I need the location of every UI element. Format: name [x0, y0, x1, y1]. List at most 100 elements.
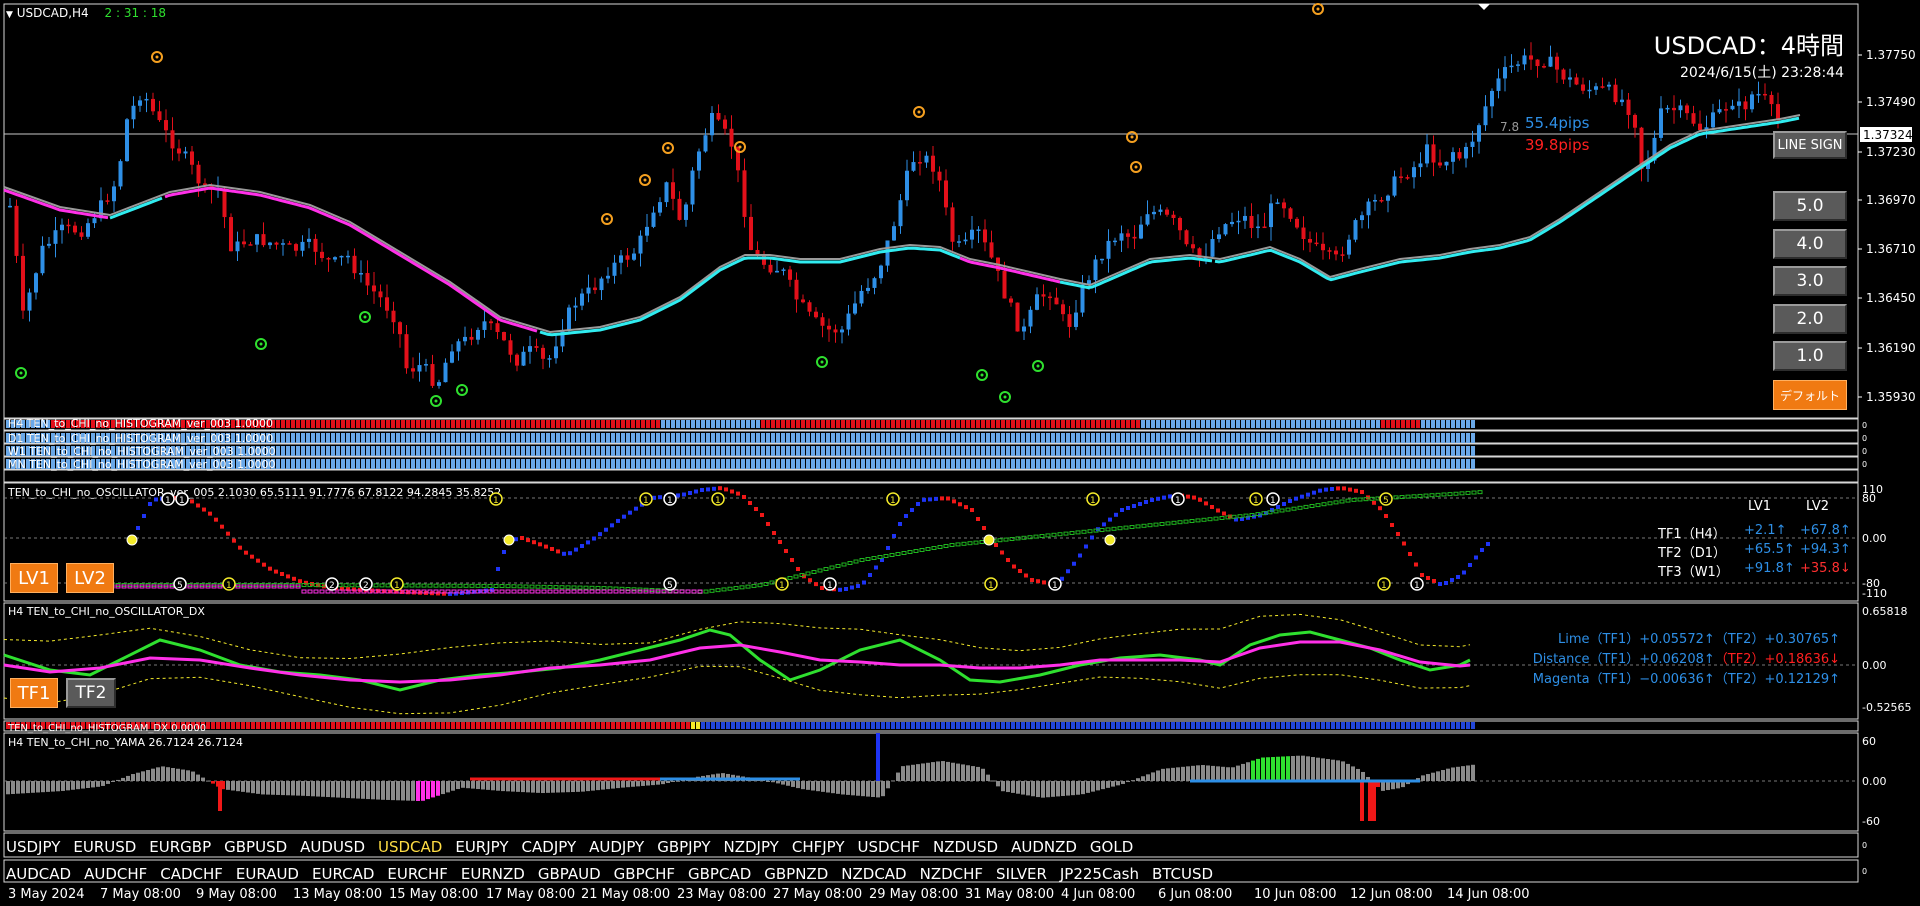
symbol-label[interactable]: ▼ USDCAD,H4 2 : 31 : 18	[6, 6, 166, 20]
symbol-link[interactable]: SILVER	[996, 865, 1047, 883]
symbol-link[interactable]: GBPCHF	[614, 865, 675, 883]
lv2-button[interactable]: LV2	[66, 563, 114, 593]
histogram-bar	[361, 446, 365, 456]
symbol-link[interactable]: USDJPY	[6, 838, 60, 856]
histogram-bar	[906, 420, 910, 428]
yama-bar	[1236, 765, 1240, 781]
osc-dot	[1462, 570, 1466, 575]
symbol-link[interactable]: AUDNZD	[1011, 838, 1077, 856]
histogram-bar	[1121, 433, 1125, 443]
histogram-bar	[941, 459, 945, 469]
histogram-bar	[326, 420, 330, 428]
symbol-link[interactable]: GBPUSD	[224, 838, 287, 856]
osc-green-dot	[1171, 520, 1177, 525]
symbol-link[interactable]: NZDCHF	[920, 865, 983, 883]
yama-bar	[316, 781, 320, 797]
tf1-button[interactable]: TF1	[10, 678, 58, 708]
dx-histogram-bar	[206, 722, 210, 729]
histogram-bar	[341, 459, 345, 469]
yama-bar	[1241, 763, 1245, 781]
level-1-button[interactable]: 1.0	[1773, 341, 1847, 371]
chart-shift-icon[interactable]	[1478, 4, 1490, 10]
osc-magenta-dot	[301, 589, 307, 594]
histogram-bar	[1091, 420, 1095, 428]
yama-bar	[966, 765, 970, 781]
histogram-bar	[911, 459, 915, 469]
default-button[interactable]: デフォルト	[1773, 380, 1847, 410]
histogram-bar	[926, 446, 930, 456]
symbol-link[interactable]: AUDJPY	[589, 838, 644, 856]
histogram-bar	[551, 420, 555, 428]
histogram-bar	[571, 420, 575, 428]
histogram-bar	[911, 420, 915, 428]
sell-signal-dot	[643, 178, 647, 182]
histogram-bar	[316, 459, 320, 469]
histogram-bar	[886, 446, 890, 456]
histogram-bar	[1026, 446, 1030, 456]
symbol-link[interactable]: EURCAD	[312, 865, 374, 883]
histogram-bar	[1106, 446, 1110, 456]
level-4-button[interactable]: 4.0	[1773, 229, 1847, 259]
level-5-button[interactable]: 5.0	[1773, 191, 1847, 221]
histogram-bar	[296, 446, 300, 456]
histogram-bar	[521, 446, 525, 456]
line-sign-button[interactable]: LINE SIGN	[1773, 131, 1847, 159]
symbol-link[interactable]: GOLD	[1090, 838, 1133, 856]
symbol-link[interactable]: NZDJPY	[723, 838, 778, 856]
histogram-bar	[1241, 446, 1245, 456]
level-3-button[interactable]: 3.0	[1773, 266, 1847, 296]
symbol-link[interactable]: EURJPY	[455, 838, 508, 856]
symbol-link[interactable]: GBPNZD	[764, 865, 828, 883]
histogram-bar	[1146, 433, 1150, 443]
symbol-link[interactable]: USDCAD	[378, 838, 442, 856]
strip-axis-label: 0	[1862, 460, 1867, 469]
signal-markers	[15, 3, 1324, 407]
symbol-link[interactable]: AUDCAD	[6, 865, 71, 883]
level-2-button[interactable]: 2.0	[1773, 304, 1847, 334]
osc-dot	[1372, 500, 1376, 505]
dx-histogram-bar	[761, 722, 765, 729]
dropdown-triangle-icon[interactable]: ▼	[6, 10, 13, 20]
symbol-link[interactable]: USDCHF	[858, 838, 920, 856]
symbol-link[interactable]: CADCHF	[160, 865, 223, 883]
symbol-link[interactable]: AUDCHF	[84, 865, 147, 883]
histogram-bar	[1286, 459, 1290, 469]
histogram-bar	[541, 459, 545, 469]
symbol-link[interactable]: GBPAUD	[538, 865, 601, 883]
dx-histogram-bar	[276, 722, 280, 729]
candle-body	[1152, 211, 1156, 215]
osc-magenta-dot	[571, 589, 577, 594]
symbol-link[interactable]: EURGBP	[149, 838, 211, 856]
symbol-link[interactable]: BTCUSD	[1152, 865, 1213, 883]
symbol-link[interactable]: CHFJPY	[792, 838, 845, 856]
symbol-link[interactable]: EURCHF	[387, 865, 448, 883]
lv1-button[interactable]: LV1	[10, 563, 58, 593]
symbol-link[interactable]: EURUSD	[73, 838, 136, 856]
histogram-bar	[621, 459, 625, 469]
symbol-link[interactable]: NZDCAD	[841, 865, 906, 883]
chart-canvas[interactable]: 1.377501.374901.372301.369701.367101.364…	[0, 0, 1920, 906]
histogram-bar	[311, 446, 315, 456]
candle-body	[261, 234, 266, 246]
histogram-bar	[1241, 433, 1245, 443]
histogram-bar	[486, 433, 490, 443]
osc-green-dot	[1429, 493, 1435, 498]
symbol-link[interactable]: CADJPY	[522, 838, 577, 856]
tf2-button[interactable]: TF2	[66, 678, 116, 708]
yama-bar	[781, 781, 785, 785]
symbol-link[interactable]: GBPJPY	[657, 838, 710, 856]
histogram-bar	[416, 433, 420, 443]
symbol-link[interactable]: JP225Cash	[1060, 865, 1139, 883]
symbol-link[interactable]: GBPCAD	[688, 865, 751, 883]
histogram-bar	[1251, 420, 1255, 428]
histogram-bar	[1091, 459, 1095, 469]
symbol-link[interactable]: AUDUSD	[300, 838, 365, 856]
histogram-bar	[291, 446, 295, 456]
histogram-bar	[966, 459, 970, 469]
symbol-link[interactable]: NZDUSD	[933, 838, 998, 856]
symbol-link[interactable]: EURNZD	[461, 865, 525, 883]
candle-body	[742, 170, 747, 217]
osc-dot	[910, 508, 914, 512]
symbol-link[interactable]: EURAUD	[236, 865, 299, 883]
dx-histogram-bar	[1076, 722, 1080, 729]
